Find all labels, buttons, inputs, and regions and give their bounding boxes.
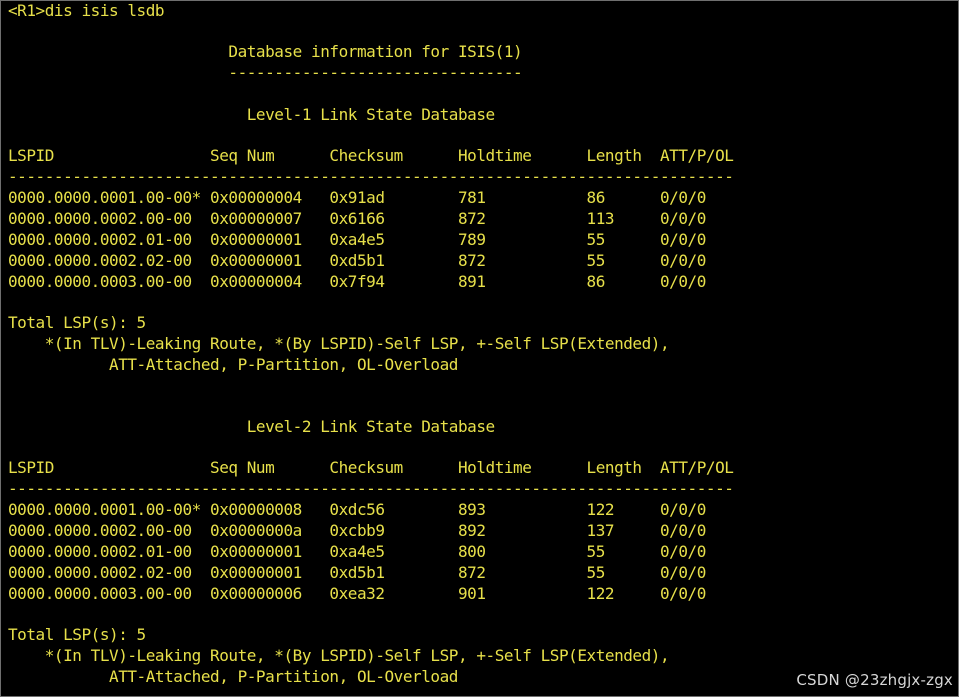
level1-legend-line-2: ATT-Attached, P-Partition, OL-Overload [8, 355, 458, 374]
level1-title: Level-1 Link State Database [8, 105, 495, 124]
level2-legend-line-1: *(In TLV)-Leaking Route, *(By LSPID)-Sel… [8, 646, 670, 665]
level1-table-row: 0000.0000.0003.00-00 0x00000004 0x7f94 8… [8, 272, 706, 291]
command-line: <R1>dis isis lsdb [8, 1, 165, 20]
csdn-watermark: CSDN @23zhgjx-zgx [796, 671, 953, 689]
level2-table-header: LSPID Seq Num Checksum Holdtime Length A… [8, 458, 734, 477]
level1-legend-line-1: *(In TLV)-Leaking Route, *(By LSPID)-Sel… [8, 334, 670, 353]
level2-legend-line-2: ATT-Attached, P-Partition, OL-Overload [8, 667, 458, 686]
db-info-title: Database information for ISIS(1) [8, 42, 523, 61]
db-info-underline: -------------------------------- [8, 63, 523, 82]
level2-separator: ----------------------------------------… [8, 479, 734, 498]
level1-table-row: 0000.0000.0002.02-00 0x00000001 0xd5b1 8… [8, 251, 706, 270]
level1-table-row: 0000.0000.0002.00-00 0x00000007 0x6166 8… [8, 209, 706, 228]
level2-title: Level-2 Link State Database [8, 417, 495, 436]
level1-table-row: 0000.0000.0002.01-00 0x00000001 0xa4e5 7… [8, 230, 706, 249]
terminal-window[interactable]: <R1>dis isis lsdb Database information f… [0, 0, 959, 697]
level1-table-header: LSPID Seq Num Checksum Holdtime Length A… [8, 146, 734, 165]
level1-separator: ----------------------------------------… [8, 167, 734, 186]
level1-total-lsp: Total LSP(s): 5 [8, 313, 146, 332]
level1-table-row: 0000.0000.0001.00-00* 0x00000004 0x91ad … [8, 188, 706, 207]
level2-table-row: 0000.0000.0002.00-00 0x0000000a 0xcbb9 8… [8, 521, 706, 540]
level2-table-row: 0000.0000.0002.01-00 0x00000001 0xa4e5 8… [8, 542, 706, 561]
level2-table-row: 0000.0000.0001.00-00* 0x00000008 0xdc56 … [8, 500, 706, 519]
level2-total-lsp: Total LSP(s): 5 [8, 625, 146, 644]
level2-table-row: 0000.0000.0002.02-00 0x00000001 0xd5b1 8… [8, 563, 706, 582]
level2-table-row: 0000.0000.0003.00-00 0x00000006 0xea32 9… [8, 584, 706, 603]
